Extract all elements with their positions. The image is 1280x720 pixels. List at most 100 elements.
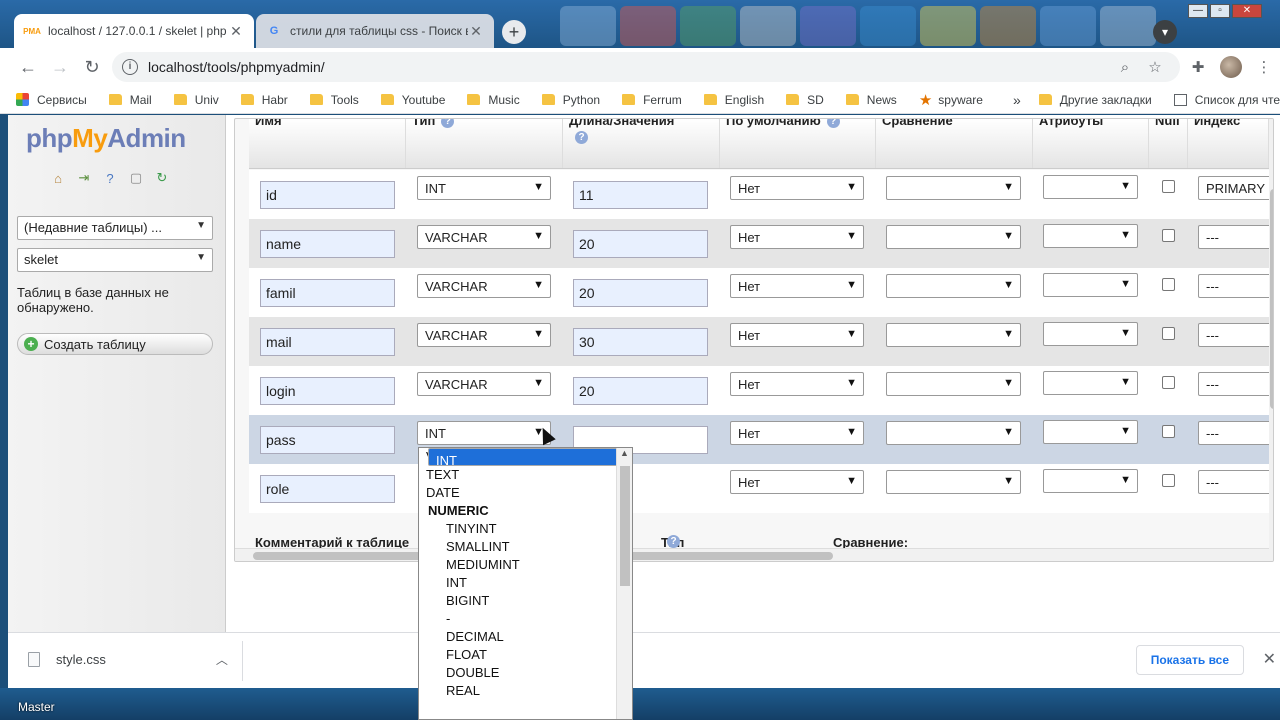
column-length-input[interactable]: 20: [573, 377, 708, 405]
type-option[interactable]: DOUBLE: [419, 664, 632, 682]
column-index-select[interactable]: ---: [1198, 421, 1273, 445]
close-icon[interactable]: ✕: [228, 23, 244, 40]
column-null-checkbox[interactable]: [1162, 327, 1175, 340]
column-name-input[interactable]: role: [260, 475, 395, 503]
column-name-input[interactable]: id: [260, 181, 395, 209]
bookmark-youtube[interactable]: Youtube: [380, 93, 445, 107]
column-null-checkbox[interactable]: [1162, 229, 1175, 242]
type-option[interactable]: DATE: [419, 484, 632, 502]
column-default-select[interactable]: Нет ▼: [730, 372, 864, 396]
column-attributes-select[interactable]: ▼: [1043, 322, 1138, 346]
phpmyadmin-logo[interactable]: phpMyAdmin: [26, 123, 186, 154]
column-collation-select[interactable]: ▼: [886, 323, 1021, 347]
docs-icon[interactable]: ▢: [128, 170, 144, 186]
column-attributes-select[interactable]: ▼: [1043, 175, 1138, 199]
tab-search-icon[interactable]: ▾: [1153, 20, 1177, 44]
column-attributes-select[interactable]: ▼: [1043, 420, 1138, 444]
new-tab-button[interactable]: +: [502, 20, 526, 44]
bookmark-tools[interactable]: Tools: [309, 93, 359, 107]
menu-icon[interactable]: ⋮: [1248, 58, 1280, 76]
column-attributes-select[interactable]: ▼: [1043, 224, 1138, 248]
bookmark-english[interactable]: English: [703, 93, 764, 107]
column-default-select[interactable]: Нет ▼: [730, 176, 864, 200]
column-name-input[interactable]: login: [260, 377, 395, 405]
column-null-checkbox[interactable]: [1162, 278, 1175, 291]
column-default-select[interactable]: Нет ▼: [730, 323, 864, 347]
bookmark-other[interactable]: Другие закладки: [1038, 93, 1152, 107]
column-index-select[interactable]: ---: [1198, 470, 1273, 494]
scrollbar-thumb[interactable]: [1270, 189, 1273, 409]
column-type-select[interactable]: INT ▼: [417, 421, 551, 445]
tab-google-search[interactable]: G стили для таблицы css - Поиск в ✕: [256, 14, 494, 48]
help-icon[interactable]: ?: [102, 170, 118, 186]
bookmark-sd[interactable]: SD: [786, 93, 824, 107]
column-collation-select[interactable]: ▼: [886, 372, 1021, 396]
bookmark-univ[interactable]: Univ: [173, 93, 219, 107]
column-name-input[interactable]: mail: [260, 328, 395, 356]
create-table-button[interactable]: + Создать таблицу: [17, 333, 213, 355]
column-index-select[interactable]: ---: [1198, 225, 1273, 249]
address-bar[interactable]: i localhost/tools/phpmyadmin/ ⌕ ☆: [112, 52, 1180, 82]
bookmark-python[interactable]: Python: [541, 93, 600, 107]
close-icon[interactable]: ✕: [1263, 649, 1276, 669]
maximize-button[interactable]: ▫: [1210, 4, 1230, 18]
help-icon[interactable]: ?: [441, 119, 455, 129]
type-option[interactable]: MEDIUMINT: [419, 556, 632, 574]
bookmark-mail[interactable]: Mail: [108, 93, 152, 107]
profile-avatar[interactable]: [1220, 56, 1242, 78]
show-all-button[interactable]: Показать все: [1135, 645, 1244, 675]
column-length-input[interactable]: 20: [573, 279, 708, 307]
bookmark-spyware[interactable]: ★ spyware: [919, 91, 983, 109]
column-type-select[interactable]: VARCHAR ▼: [417, 274, 551, 298]
bookmark-habr[interactable]: Habr: [240, 93, 288, 107]
column-name-input[interactable]: famil: [260, 279, 395, 307]
column-index-select[interactable]: PRIMARY: [1198, 176, 1273, 200]
horizontal-scrollbar[interactable]: [235, 548, 1273, 561]
url-text[interactable]: localhost/tools/phpmyadmin/: [148, 59, 1110, 75]
home-icon[interactable]: ⌂: [50, 170, 66, 186]
type-dropdown-list[interactable]: INTVARCHARTEXTDATENUMERICTINYINTSMALLINT…: [418, 447, 633, 720]
type-option[interactable]: TINYINT: [419, 520, 632, 538]
close-window-button[interactable]: ✕: [1232, 4, 1262, 18]
column-attributes-select[interactable]: ▼: [1043, 371, 1138, 395]
database-select[interactable]: skelet ▼: [17, 248, 213, 272]
zoom-icon[interactable]: ⌕: [1110, 59, 1140, 76]
tab-phpmyadmin[interactable]: PMA localhost / 127.0.0.1 / skelet | php…: [14, 14, 254, 48]
column-index-select[interactable]: ---: [1198, 372, 1273, 396]
column-length-input[interactable]: 30: [573, 328, 708, 356]
type-option[interactable]: INT: [419, 574, 632, 592]
help-icon[interactable]: ?: [667, 535, 680, 548]
type-option[interactable]: DECIMAL: [419, 628, 632, 646]
column-default-select[interactable]: Нет ▼: [730, 225, 864, 249]
column-null-checkbox[interactable]: [1162, 425, 1175, 438]
more-bookmarks-icon[interactable]: »: [1013, 92, 1021, 108]
column-index-select[interactable]: ---: [1198, 274, 1273, 298]
recent-tables-select[interactable]: (Недавние таблицы) ... ▼: [17, 216, 213, 240]
help-icon[interactable]: ?: [826, 119, 840, 129]
scrollbar-thumb[interactable]: [620, 466, 630, 586]
bookmark-services[interactable]: Сервисы: [16, 93, 87, 107]
type-option[interactable]: -: [419, 610, 632, 628]
column-length-input[interactable]: 11: [573, 181, 708, 209]
info-icon[interactable]: i: [122, 59, 138, 75]
back-icon[interactable]: ←: [12, 51, 44, 83]
column-name-input[interactable]: pass: [260, 426, 395, 454]
column-null-checkbox[interactable]: [1162, 474, 1175, 487]
column-collation-select[interactable]: ▼: [886, 176, 1021, 200]
refresh-icon[interactable]: ↻: [154, 170, 170, 186]
column-null-checkbox[interactable]: [1162, 376, 1175, 389]
column-collation-select[interactable]: ▼: [886, 274, 1021, 298]
forward-icon[interactable]: →: [44, 51, 76, 83]
column-type-select[interactable]: INT ▼: [417, 176, 551, 200]
download-item[interactable]: style.css ︿: [28, 651, 228, 668]
help-icon[interactable]: ?: [575, 131, 588, 144]
type-option[interactable]: BIGINT: [419, 592, 632, 610]
column-default-select[interactable]: Нет ▼: [730, 470, 864, 494]
column-type-select[interactable]: VARCHAR ▼: [417, 323, 551, 347]
bookmark-music[interactable]: Music: [467, 93, 520, 107]
type-option[interactable]: REAL: [419, 682, 632, 700]
extensions-icon[interactable]: ✚: [1182, 58, 1214, 76]
column-length-input[interactable]: 20: [573, 230, 708, 258]
chevron-up-icon[interactable]: ︿: [216, 651, 228, 668]
column-collation-select[interactable]: ▼: [886, 421, 1021, 445]
